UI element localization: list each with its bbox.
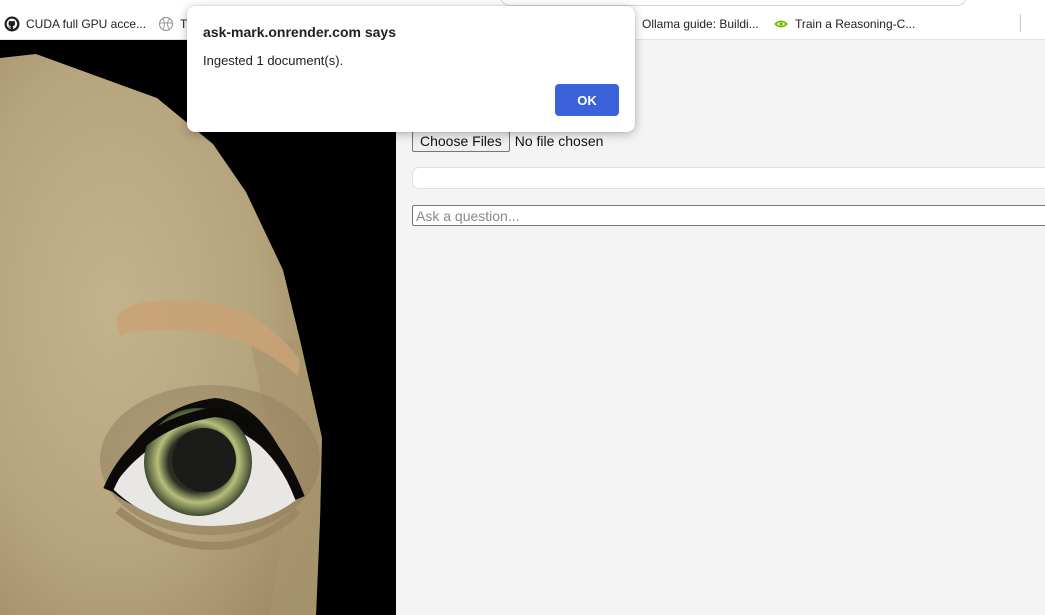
dialog-title: ask-mark.onrender.com says [203,24,396,40]
ok-button[interactable]: OK [555,84,619,116]
bookmark-ollama[interactable]: Ollama guide: Buildi... [642,15,759,33]
file-status-text: No file chosen [514,133,604,149]
choose-files-button[interactable]: Choose Files [412,130,510,152]
bookmark-tr[interactable]: Tr [158,15,191,33]
bookmark-separator [1020,14,1021,32]
alert-dialog: ask-mark.onrender.com says Ingested 1 do… [187,6,635,132]
file-upload: Choose Files No file chosen [412,130,603,152]
question-input[interactable] [412,205,1045,226]
bookmark-label: CUDA full GPU acce... [26,17,147,31]
bookmark-cuda[interactable]: CUDA full GPU acce... [4,15,146,33]
dialog-message: Ingested 1 document(s). [203,53,344,68]
bookmark-label: Ollama guide: Buildi... [642,17,759,31]
bookmark-label: Train a Reasoning-C... [795,17,916,31]
github-icon [4,16,20,32]
globe-icon [158,16,174,32]
bookmark-train-reasoning[interactable]: Train a Reasoning-C... [773,15,915,33]
response-output [412,167,1045,189]
pupil [172,428,236,492]
nvidia-icon [773,16,789,32]
